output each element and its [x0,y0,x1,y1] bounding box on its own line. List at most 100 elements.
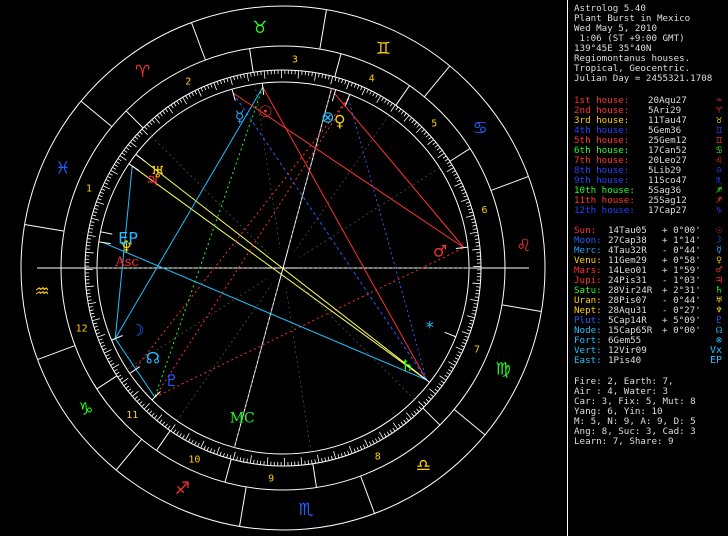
degree-tick [423,401,427,405]
eastpoint-icon: EP [118,228,138,247]
aspect-line [154,97,349,398]
degree-tick [203,445,206,450]
degree-tick [194,90,197,95]
venus-icon: ♀ [334,112,346,131]
degree-tick [386,431,390,436]
degree-tick [472,309,477,312]
degree-tick [337,78,340,83]
degree-tick [308,71,310,76]
degree-tick [151,119,155,123]
degree-tick [356,447,359,452]
aspect-line [154,86,264,398]
leo-icon: ♌ [516,236,531,256]
degree-tick [411,413,415,417]
summary-line: Learn: 7, Share: 9 [574,436,674,447]
aspect-line [347,97,427,381]
degree-tick [300,457,303,466]
degree-tick [444,374,449,378]
degree-tick [102,347,107,351]
degree-tick [318,73,320,78]
degree-tick [87,296,92,298]
degree-tick [472,306,478,309]
sign-boundary [115,438,143,471]
degree-tick [88,227,94,230]
degree-tick [475,241,480,244]
degree-tick [87,238,92,240]
degree-tick [465,201,470,204]
house-divider [294,115,390,252]
sign-boundary [423,65,451,98]
sagittarius-icon: ♐ [175,479,190,499]
degree-tick [361,87,366,96]
degree-tick [471,221,476,224]
degree-tick [331,455,333,460]
degree-tick [226,77,229,83]
degree-tick [428,136,432,140]
sign-boundary [37,345,76,361]
house-cusp [156,430,171,451]
degree-tick [148,410,153,415]
degree-tick [416,408,420,413]
sign-boundary [319,9,327,50]
house-number: 7 [474,344,480,355]
header-line: Julian Day = 2455321.1708 [574,73,713,84]
degree-tick [233,76,235,81]
degree-tick [182,97,188,105]
degree-tick [141,403,145,407]
degree-tick [121,152,126,156]
capricorn-icon: ♑ [78,399,93,419]
degree-tick [236,456,238,461]
degree-tick [324,457,327,462]
degree-tick [222,452,225,457]
degree-tick [170,104,174,109]
degree-tick [239,457,242,462]
degree-tick [438,383,443,387]
degree-tick [403,112,407,117]
degree-tick [378,431,384,439]
degree-tick [392,422,399,430]
degree-tick [90,221,95,223]
degree-tick [463,195,468,198]
degree-tick [375,93,378,98]
degree-tick [411,119,415,124]
degree-tick [97,198,102,201]
degree-tick [455,346,464,351]
degree-tick [170,424,176,432]
degree-tick [200,440,205,449]
degree-tick [333,451,337,459]
degree-tick [459,185,464,189]
degree-tick [425,134,430,138]
degree-tick [314,72,317,81]
degree-tick [85,285,94,288]
planet-label: East: [574,355,602,366]
house-number: 1 [86,184,92,195]
degree-tick [92,318,100,322]
degree-tick [219,80,222,85]
planet-motion: + 0°00' [662,325,701,336]
degree-tick [317,454,320,463]
degree-tick [454,357,459,360]
degree-tick [434,388,439,392]
house-number: 3 [292,54,298,65]
degree-tick [344,80,347,85]
planet-tick [331,89,337,102]
degree-tick [307,460,310,465]
sign-boundary [190,22,206,61]
degree-tick [154,117,161,124]
degree-tick [188,438,191,443]
house-divider [176,284,272,421]
degree-tick [387,100,390,105]
degree-tick [369,90,372,95]
degree-tick [141,128,148,135]
degree-tick [460,198,469,202]
degree-tick [359,445,363,450]
degree-tick [413,121,418,126]
mercury-icon: ☿ [235,107,245,126]
degree-tick [188,93,191,98]
degree-tick [392,427,396,432]
degree-tick [413,410,417,415]
degree-tick [375,438,378,443]
degree-tick [127,144,132,148]
degree-tick [446,161,451,165]
degree-tick [467,208,473,211]
